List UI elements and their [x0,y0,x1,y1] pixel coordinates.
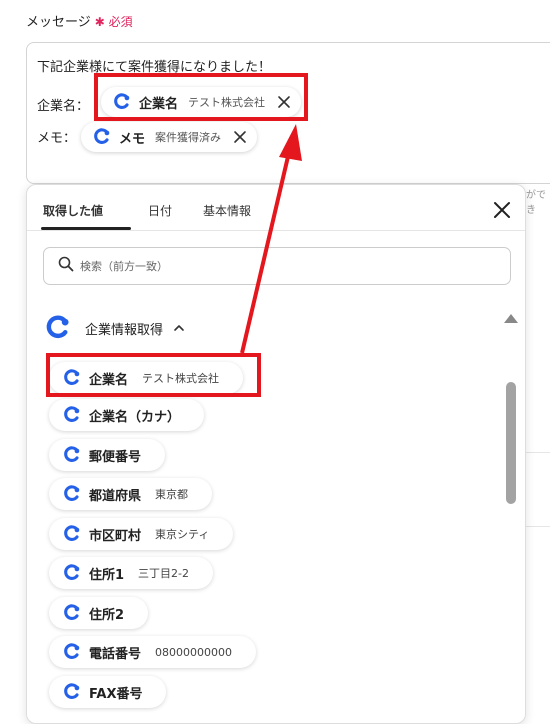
drag-arrow-annotation [240,124,302,354]
